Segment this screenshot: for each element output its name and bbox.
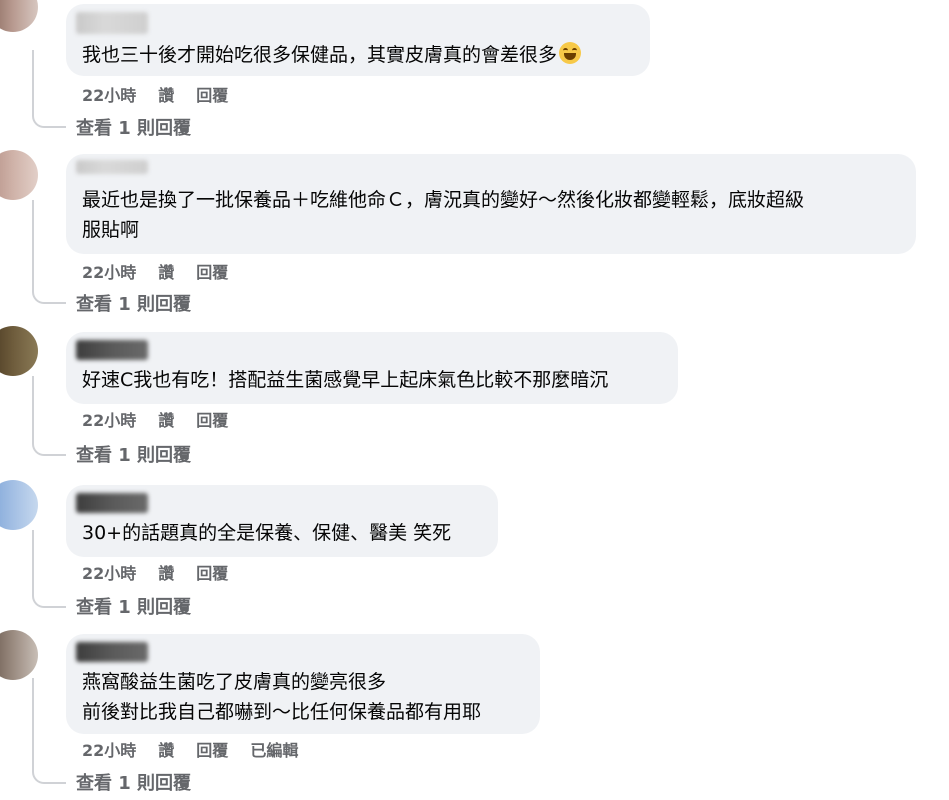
comment-text: 前後對比我自己都嚇到～比任何保養品都有用耶	[82, 701, 482, 723]
avatar[interactable]	[0, 0, 38, 32]
like-button[interactable]: 讚	[158, 259, 174, 283]
comment-actions: 22小時 讚 回覆	[82, 407, 228, 431]
reply-connector	[32, 376, 66, 456]
view-replies-link[interactable]: 查看 1 則回覆	[76, 114, 191, 140]
avatar[interactable]	[0, 480, 38, 530]
comment-actions: 22小時 讚 回覆 已編輯	[82, 737, 298, 761]
view-replies-link[interactable]: 查看 1 則回覆	[76, 593, 191, 619]
view-replies-link[interactable]: 查看 1 則回覆	[76, 441, 191, 467]
avatar[interactable]	[0, 630, 38, 680]
comment-bubble: 最近也是換了一批保養品＋吃維他命Ｃ，膚況真的變好～然後化妝都變輕鬆，底妝超級 服…	[66, 154, 916, 254]
edited-label: 已編輯	[250, 741, 299, 760]
author-name-redacted[interactable]	[76, 340, 148, 360]
author-name-redacted[interactable]	[76, 642, 148, 662]
author-name-redacted[interactable]	[76, 493, 148, 513]
reply-connector	[32, 50, 66, 128]
comment-text: 服貼啊	[82, 219, 140, 241]
comment-text: 30+的話題真的全是保養、保健、醫美 笑死	[82, 522, 452, 544]
reply-button[interactable]: 回覆	[196, 407, 228, 431]
author-name-redacted[interactable]	[76, 160, 148, 174]
reply-button[interactable]: 回覆	[196, 259, 228, 283]
like-button[interactable]: 讚	[158, 82, 174, 106]
laughing-tears-emoji-icon	[559, 42, 582, 64]
like-button[interactable]: 讚	[158, 560, 174, 584]
like-button[interactable]: 讚	[158, 737, 174, 761]
comment-actions: 22小時 讚 回覆	[82, 82, 228, 106]
reply-button[interactable]: 回覆	[196, 737, 228, 761]
reply-connector	[32, 678, 66, 784]
comment-text: 我也三十後才開始吃很多保健品，其實皮膚真的會差很多	[82, 41, 582, 69]
reply-connector	[32, 530, 66, 608]
comment-text: 燕窩酸益生菌吃了皮膚真的變亮很多	[82, 671, 387, 693]
comment-actions: 22小時 讚 回覆	[82, 560, 228, 584]
timestamp[interactable]: 22小時	[82, 82, 136, 106]
avatar[interactable]	[0, 150, 38, 200]
comment-bubble: 我也三十後才開始吃很多保健品，其實皮膚真的會差很多	[66, 4, 650, 76]
avatar[interactable]	[0, 326, 38, 376]
timestamp[interactable]: 22小時	[82, 737, 136, 761]
timestamp[interactable]: 22小時	[82, 560, 136, 584]
view-replies-link[interactable]: 查看 1 則回覆	[76, 769, 191, 795]
reply-button[interactable]: 回覆	[196, 82, 228, 106]
comment-bubble: 燕窩酸益生菌吃了皮膚真的變亮很多 前後對比我自己都嚇到～比任何保養品都有用耶	[66, 634, 540, 734]
comment-text: 最近也是換了一批保養品＋吃維他命Ｃ，膚況真的變好～然後化妝都變輕鬆，底妝超級	[82, 189, 805, 211]
author-name-redacted[interactable]	[76, 12, 148, 34]
like-button[interactable]: 讚	[158, 407, 174, 431]
comment-text: 好速C我也有吃！搭配益生菌感覺早上起床氣色比較不那麼暗沉	[82, 369, 609, 391]
comment-bubble: 30+的話題真的全是保養、保健、醫美 笑死	[66, 485, 498, 557]
reply-connector	[32, 200, 66, 304]
timestamp[interactable]: 22小時	[82, 259, 136, 283]
view-replies-link[interactable]: 查看 1 則回覆	[76, 290, 191, 316]
reply-button[interactable]: 回覆	[196, 560, 228, 584]
timestamp[interactable]: 22小時	[82, 407, 136, 431]
comment-actions: 22小時 讚 回覆	[82, 259, 228, 283]
comment-bubble: 好速C我也有吃！搭配益生菌感覺早上起床氣色比較不那麼暗沉	[66, 332, 678, 404]
